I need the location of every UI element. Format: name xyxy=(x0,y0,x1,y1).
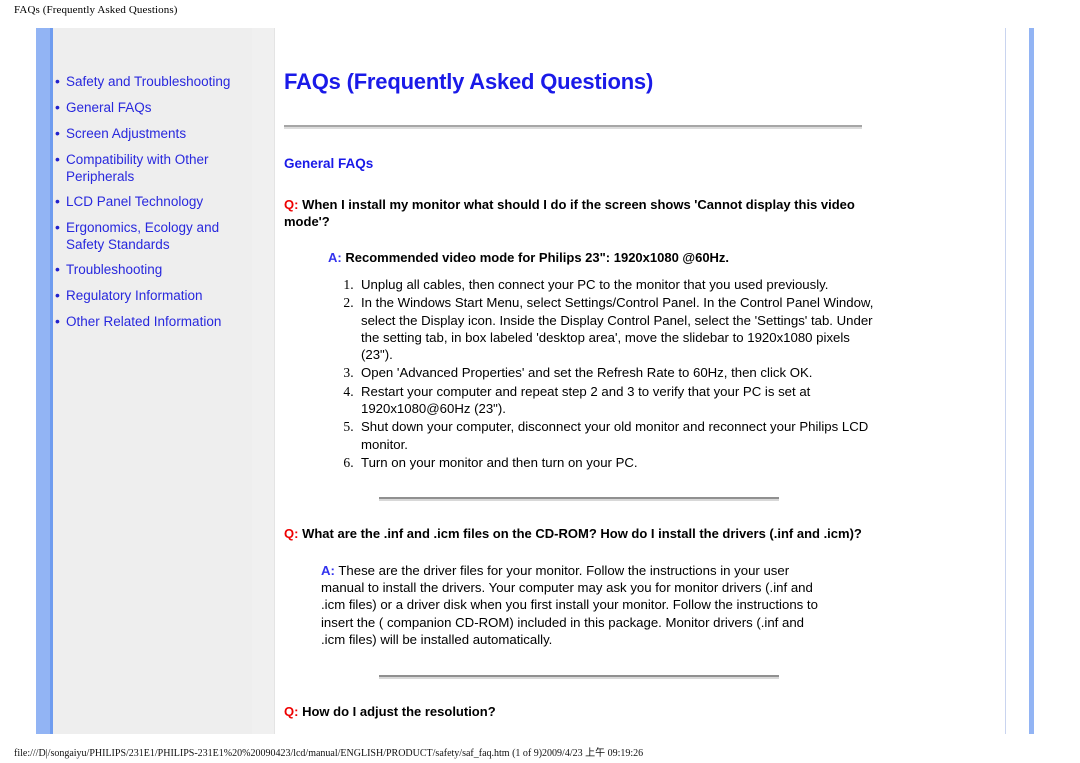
step-text: Open 'Advanced Properties' and set the R… xyxy=(361,365,813,381)
question-marker: Q: xyxy=(284,526,299,542)
bullet-icon: • xyxy=(55,151,60,167)
list-item: Restart your computer and repeat step 2 … xyxy=(357,383,874,418)
faq-question-2: Q: What are the .inf and .icm files on t… xyxy=(284,526,862,543)
list-item: Turn on your monitor and then turn on yo… xyxy=(357,454,874,471)
footer-file-path: file:///D|/songaiyu/PHILIPS/231E1/PHILIP… xyxy=(14,748,644,759)
bullet-icon: • xyxy=(55,261,60,277)
faq-question-text: What are the .inf and .icm files on the … xyxy=(302,526,862,542)
sidebar-nav: • Safety and Troubleshooting • General F… xyxy=(55,73,240,339)
bullet-icon: • xyxy=(55,193,60,209)
sidebar-item-ergonomics-ecology-and-safety-standards[interactable]: • Ergonomics, Ecology and Safety Standar… xyxy=(55,219,240,253)
main-content: FAQs (Frequently Asked Questions) Genera… xyxy=(284,68,874,721)
answer-marker: A: xyxy=(328,250,342,265)
sidebar-link-label[interactable]: Troubleshooting xyxy=(66,261,162,278)
faq-question-text: When I install my monitor what should I … xyxy=(284,197,855,229)
sidebar-item-safety-and-troubleshooting[interactable]: • Safety and Troubleshooting xyxy=(55,73,240,90)
list-item: Shut down your computer, disconnect your… xyxy=(357,418,874,453)
right-divider xyxy=(1005,28,1006,734)
question-marker: Q: xyxy=(284,197,299,212)
step-text: Shut down your computer, disconnect your… xyxy=(361,419,869,452)
faq-answer-1-lead: A: Recommended video mode for Philips 23… xyxy=(328,249,874,266)
sidebar-link-label[interactable]: General FAQs xyxy=(66,99,152,116)
bullet-icon: • xyxy=(55,313,60,329)
faq-divider-2 xyxy=(379,675,779,680)
sidebar-link-label[interactable]: Regulatory Information xyxy=(66,287,203,304)
sidebar-item-troubleshooting[interactable]: • Troubleshooting xyxy=(55,261,240,278)
faq-answer-1-steps: Unplug all cables, then connect your PC … xyxy=(284,276,874,471)
sidebar-link-label[interactable]: Other Related Information xyxy=(66,313,221,330)
bullet-icon: • xyxy=(55,125,60,141)
sidebar-link-label[interactable]: LCD Panel Technology xyxy=(66,193,203,210)
sidebar-link-label[interactable]: Ergonomics, Ecology and Safety Standards xyxy=(66,219,240,253)
bullet-icon: • xyxy=(55,73,60,89)
title-divider xyxy=(284,125,862,129)
sidebar-link-label[interactable]: Screen Adjustments xyxy=(66,125,186,142)
right-accent-bar xyxy=(1029,28,1034,734)
faq-question-text: How do I adjust the resolution? xyxy=(302,704,496,720)
sidebar-gutter xyxy=(252,28,274,734)
step-text: Unplug all cables, then connect your PC … xyxy=(361,277,829,292)
sidebar-item-other-related-information[interactable]: • Other Related Information xyxy=(55,313,240,330)
faq-answer-text: Recommended video mode for Philips 23": … xyxy=(345,250,730,265)
question-marker: Q: xyxy=(284,704,299,720)
sidebar-link-label[interactable]: Compatibility with Other Peripherals xyxy=(66,151,240,185)
step-text: Turn on your monitor and then turn on yo… xyxy=(361,454,638,470)
list-item: Unplug all cables, then connect your PC … xyxy=(357,276,874,293)
sidebar-link-label[interactable]: Safety and Troubleshooting xyxy=(66,73,230,90)
faq-question-3: Q: How do I adjust the resolution? xyxy=(284,704,862,721)
faq-answer-text: These are the driver files for your moni… xyxy=(321,562,818,647)
bullet-icon: • xyxy=(55,99,60,115)
list-item: In the Windows Start Menu, select Settin… xyxy=(357,294,874,363)
faq-answer-2: A: These are the driver files for your m… xyxy=(321,562,821,648)
sidebar-item-lcd-panel-technology[interactable]: • LCD Panel Technology xyxy=(55,193,240,210)
faq-question-1: Q: When I install my monitor what should… xyxy=(284,197,862,230)
page-frame: • Safety and Troubleshooting • General F… xyxy=(22,28,1034,734)
page-title: FAQs (Frequently Asked Questions) xyxy=(284,69,654,94)
bullet-icon: • xyxy=(55,287,60,303)
answer-marker: A: xyxy=(321,562,335,578)
step-text: In the Windows Start Menu, select Settin… xyxy=(361,295,874,363)
sidebar-item-screen-adjustments[interactable]: • Screen Adjustments xyxy=(55,125,240,142)
list-item: Open 'Advanced Properties' and set the R… xyxy=(357,364,874,381)
bullet-icon: • xyxy=(55,219,60,235)
sidebar-item-compatibility-with-other-peripherals[interactable]: • Compatibility with Other Peripherals xyxy=(55,151,240,185)
sidebar-item-regulatory-information[interactable]: • Regulatory Information xyxy=(55,287,240,304)
step-text: Restart your computer and repeat step 2 … xyxy=(361,383,811,417)
sidebar-item-general-faqs[interactable]: • General FAQs xyxy=(55,99,240,116)
right-margin xyxy=(1006,28,1029,734)
left-accent-bar xyxy=(36,28,50,734)
section-title-general-faqs: General FAQs xyxy=(284,156,374,171)
browser-print-header: FAQs (Frequently Asked Questions) xyxy=(14,4,178,16)
faq-divider-1 xyxy=(379,497,779,502)
